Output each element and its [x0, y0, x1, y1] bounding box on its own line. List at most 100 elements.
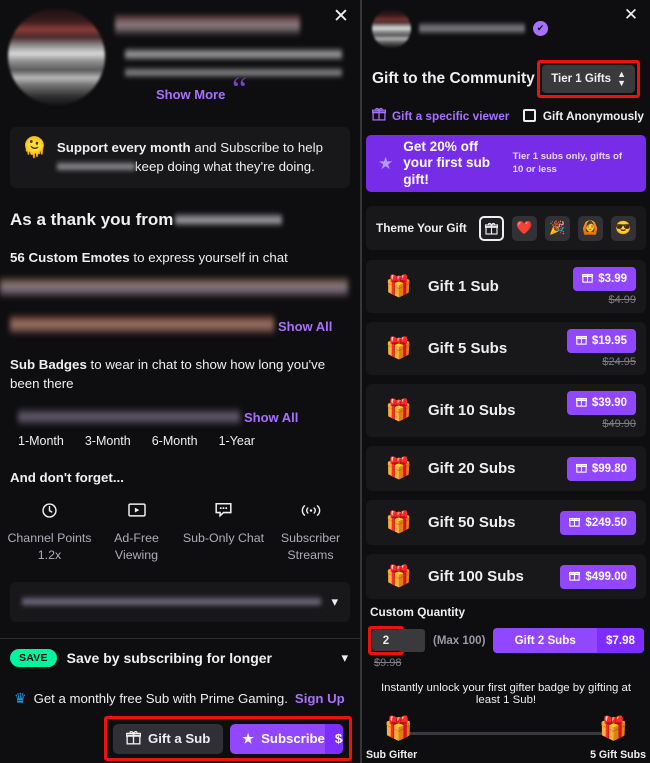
subscribe-price: $4.99 — [324, 723, 343, 754]
sub-badges-bold: Sub Badges — [10, 356, 87, 372]
gift-price-label: $99.80 — [591, 462, 627, 475]
thank-you-name-redacted — [175, 212, 283, 227]
gift-old-price: $49.90 — [602, 418, 636, 430]
gift-tier-label: Gift 10 Subs — [428, 402, 516, 419]
tier-select-dropdown[interactable]: Tier 1 Gifts ▲ ▼ — [542, 65, 635, 93]
gift-tier-list: 🎁 Gift 1 Sub $3.99 $4.99 🎁 Gift 5 Subs $… — [366, 260, 646, 599]
gift-old-price: $24.95 — [602, 356, 636, 368]
save-longer-label: Save by subscribing for longer — [66, 650, 273, 667]
custom-quantity-input[interactable] — [372, 630, 400, 651]
custom-emotes-count: 56 Custom Emotes — [10, 249, 130, 265]
custom-quantity-gift-button[interactable]: Gift 2 Subs $7.98 — [493, 628, 644, 653]
chevron-down-icon[interactable]: ▾ — [341, 650, 348, 666]
theme-heart-icon[interactable]: ❤️ — [512, 215, 537, 241]
gift-tier-row[interactable]: 🎁 Gift 100 Subs $499.00 — [366, 554, 646, 599]
support-rest-text: and Subscribe to help — [190, 140, 323, 155]
gift-tier-label: Gift 100 Subs — [428, 568, 524, 585]
gift-anonymously-label: Gift Anonymously — [542, 108, 644, 123]
custom-quantity-row: (Max 100) Gift 2 Subs $7.98 — [362, 619, 650, 655]
promo-banner: ★ Get 20% off your first sub gift! Tier … — [366, 135, 646, 192]
channel-hero-text: “ Show More — [115, 8, 348, 107]
perk-channel-points: Channel Points 1.2x — [6, 499, 93, 563]
gift-price-button[interactable]: $249.50 — [560, 510, 636, 535]
gifter-badge-promo-text: Instantly unlock your first gifter badge… — [380, 682, 632, 706]
theme-party-popper-icon[interactable]: 🎉 — [545, 215, 570, 241]
gift-specific-viewer-link[interactable]: Gift a specific viewer — [371, 107, 523, 124]
channel-points-icon — [6, 499, 93, 521]
subscribe-label: Subscribe — [261, 731, 325, 746]
close-icon[interactable]: ✕ — [620, 4, 642, 26]
emote-preview-row-2 — [10, 313, 274, 335]
perk-label: Ad-Free Viewing — [114, 531, 159, 563]
gift-tier-row[interactable]: 🎁 Gift 1 Sub $3.99 $4.99 — [366, 260, 646, 313]
gift-box-icon — [575, 396, 587, 410]
promo-headline: Get 20% off your first sub gift! — [403, 138, 491, 187]
streamer-name-redacted — [56, 161, 135, 173]
gift-tier-row[interactable]: 🎁 Gift 10 Subs $39.90 $49.90 — [366, 384, 646, 437]
tier-select-value: Tier 1 Gifts — [551, 73, 612, 85]
gift-price-button[interactable]: $499.00 — [560, 564, 636, 589]
show-more-link[interactable]: Show More — [156, 87, 348, 102]
channel-avatar — [8, 8, 105, 105]
gift-tier-label: Gift 1 Sub — [428, 278, 499, 295]
perk-subscriber-streams: Subscriber Streams — [267, 499, 354, 563]
emotes-show-all-link[interactable]: Show All — [278, 319, 332, 335]
gift-price-button[interactable]: $19.95 — [566, 329, 636, 353]
gift-anonymously-option[interactable]: Gift Anonymously — [522, 108, 644, 123]
sub-badges-line: Sub Badges to wear in chat to show how l… — [10, 355, 340, 394]
gift-tier-row[interactable]: 🎁 Gift 20 Subs $99.80 — [366, 446, 646, 491]
perk-label: Sub-Only Chat — [182, 531, 265, 546]
theme-sunglasses-face-icon[interactable]: 😎 — [611, 215, 636, 241]
custom-quantity-field-extension[interactable] — [398, 629, 425, 652]
badges-show-all-link[interactable]: Show All — [244, 410, 298, 426]
gift-a-sub-button[interactable]: Gift a Sub — [113, 723, 224, 754]
star-icon: ★ — [242, 730, 255, 746]
collapsible-detail-card[interactable]: ▾ — [10, 581, 350, 622]
sub-gifter-badge-icon: 🎁 — [384, 715, 413, 741]
support-bold-text: Support every month — [56, 140, 191, 155]
gift-box-icon: 🎁 — [385, 457, 413, 480]
gift-price-button[interactable]: $39.90 — [566, 391, 636, 415]
perk-sub-only-chat: Sub-Only Chat — [180, 499, 267, 563]
prime-gaming-text: Get a monthly free Sub with Prime Gaming… — [33, 690, 288, 706]
star-icon: ★ — [378, 153, 394, 173]
custom-quantity-max-hint: (Max 100) — [433, 634, 486, 647]
dont-forget-heading: And don't forget... — [10, 470, 124, 486]
perks-row: Channel Points 1.2x Ad-Free Viewing Sub-… — [0, 499, 360, 563]
five-gift-subs-label: 5 Gift Subs — [590, 749, 646, 761]
save-longer-row[interactable]: SAVE Save by subscribing for longer ▾ — [0, 637, 360, 678]
custom-emotes-line: 56 Custom Emotes to express yourself in … — [10, 248, 360, 267]
chevron-updown-icon: ▲ ▼ — [617, 69, 626, 88]
gift-anonymously-checkbox[interactable] — [522, 109, 536, 122]
gift-tier-row[interactable]: 🎁 Gift 50 Subs $249.50 — [366, 500, 646, 545]
badge-tier-label: 1-Month — [18, 434, 64, 449]
chevron-down-icon[interactable]: ▾ — [331, 594, 338, 610]
gift-box-icon: 🎁 — [385, 275, 413, 298]
theme-face-icon[interactable]: 🙆 — [578, 215, 603, 241]
gift-price-col: $99.80 — [566, 456, 636, 481]
gift-price-label: $499.00 — [585, 570, 627, 583]
gift-box-icon — [575, 462, 587, 476]
gift-box-icon — [371, 107, 387, 124]
emote-preview-row-2-wrap: Show All — [0, 298, 360, 335]
theme-gift-icon[interactable] — [479, 215, 504, 241]
sub-badges-preview-row — [18, 407, 240, 427]
channel-bio-redacted — [125, 48, 348, 78]
badge-tier-label: 3-Month — [84, 434, 131, 449]
subscriber-streams-icon — [267, 499, 354, 521]
badge-tier-label: 1-Year — [218, 434, 255, 449]
gift-panel-header: ✔ — [362, 0, 650, 48]
custom-quantity-old-price: $9.98 — [374, 657, 402, 669]
gift-tier-row[interactable]: 🎁 Gift 5 Subs $19.95 $24.95 — [366, 322, 646, 375]
gift-price-col: $19.95 $24.95 — [566, 329, 636, 368]
gift-price-button[interactable]: $3.99 — [573, 267, 636, 291]
gift-price-button[interactable]: $99.80 — [566, 456, 636, 481]
close-icon[interactable]: ✕ — [328, 4, 354, 30]
theme-your-gift-label: Theme Your Gift — [376, 221, 467, 235]
subscribe-button[interactable]: ★ Subscribe $4.99 — [230, 723, 343, 754]
collapsible-detail-redacted — [22, 596, 322, 608]
channel-name-redacted — [419, 22, 525, 35]
prime-signup-link[interactable]: Sign Up — [295, 691, 345, 706]
thank-you-heading: As a thank you from — [10, 210, 360, 230]
custom-quantity-heading: Custom Quantity — [370, 605, 466, 619]
